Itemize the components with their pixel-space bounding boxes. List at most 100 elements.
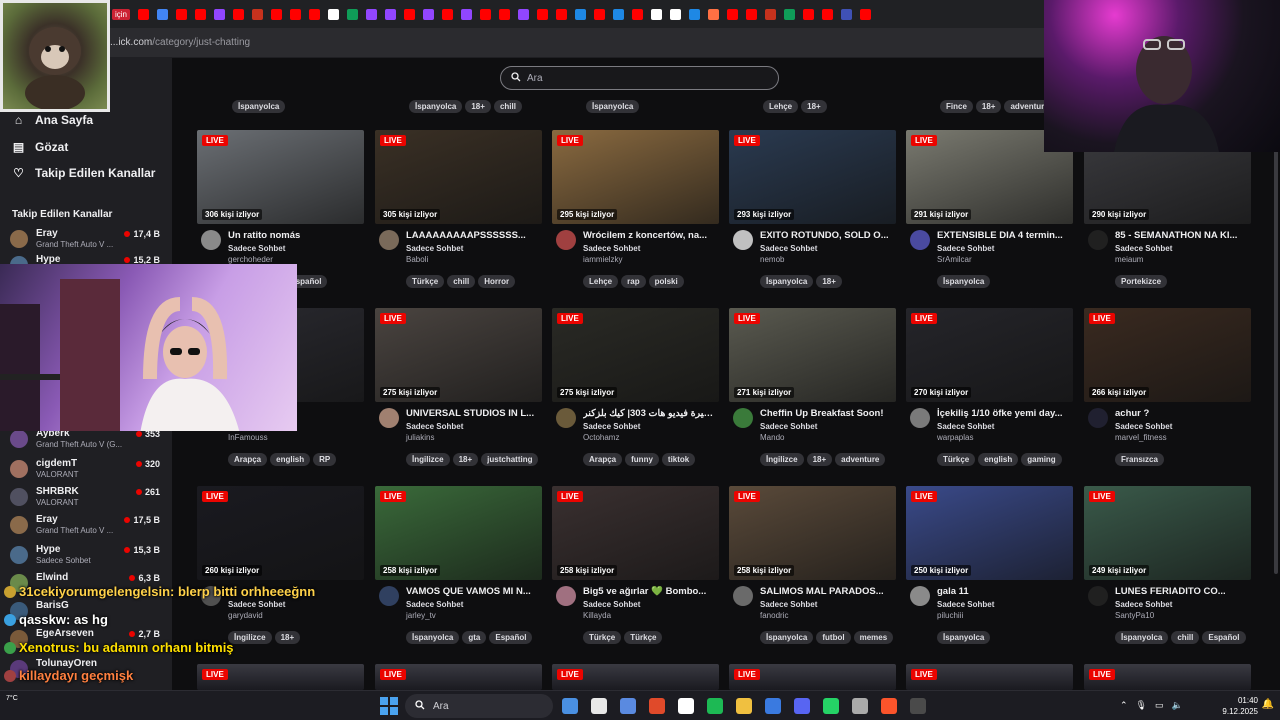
tag-chip[interactable]: İspanyolca: [586, 100, 640, 113]
stream-card[interactable]: LIVE 290 kişi izliyor 85 - SEMANATHON NA…: [1084, 130, 1251, 288]
stream-title[interactable]: EXTENSIBLE DIA 4 termin...: [937, 230, 1073, 241]
bookmark-favicon-icon[interactable]: [727, 8, 739, 20]
bookmark-favicon-icon[interactable]: [461, 8, 473, 20]
nav-browse[interactable]: ▤ Gözat: [12, 140, 69, 154]
tag-chip[interactable]: 18+: [816, 275, 842, 288]
bookmark-favicon-icon[interactable]: [290, 8, 302, 20]
bookmark-favicon-icon[interactable]: [176, 8, 188, 20]
channel-name[interactable]: Octohamz: [583, 433, 619, 442]
stream-category[interactable]: Sadece Sohbet: [406, 244, 463, 253]
stream-category[interactable]: Sadece Sohbet: [760, 244, 817, 253]
channel-name[interactable]: Mando: [760, 433, 784, 442]
bookmark-favicon-icon[interactable]: [765, 8, 777, 20]
taskbar-app-icon[interactable]: [765, 698, 781, 714]
tag-chip[interactable]: Español: [489, 631, 533, 644]
channel-name[interactable]: SantyPa10: [1115, 611, 1154, 620]
tag-chip[interactable]: Arapça: [228, 453, 268, 466]
channel-name[interactable]: iammielzky: [583, 255, 623, 264]
stream-category[interactable]: Sadece Sohbet: [583, 600, 640, 609]
taskbar-app-icon[interactable]: [823, 698, 839, 714]
stream-category[interactable]: Sadece Sohbet: [583, 422, 640, 431]
tag-chip[interactable]: 18+: [975, 100, 1002, 113]
tag-chip[interactable]: İspanyolca: [1115, 631, 1169, 644]
bookmark-favicon-icon[interactable]: [708, 8, 720, 20]
stream-title[interactable]: VAMOS QUE VAMOS MI N...: [406, 586, 542, 597]
tag-chip[interactable]: adventure: [835, 453, 886, 466]
followed-channel-item[interactable]: Eray Grand Theft Auto V ... 17,5 B: [10, 512, 166, 538]
bookmark-favicon-icon[interactable]: [784, 8, 796, 20]
tag-chip[interactable]: funny: [625, 453, 659, 466]
stream-thumbnail[interactable]: LIVE 305 kişi izliyor: [375, 130, 542, 224]
stream-category[interactable]: Sadece Sohbet: [937, 244, 994, 253]
stream-thumbnail[interactable]: LIVE 306 kişi izliyor: [197, 130, 364, 224]
tag-chip[interactable]: İspanyolca: [760, 275, 814, 288]
bookmark-favicon-icon[interactable]: [328, 8, 340, 20]
stream-title[interactable]: Big5 ve ağırlar 💚 Bombo...: [583, 586, 719, 597]
bookmark-favicon-icon[interactable]: [480, 8, 492, 20]
stream-title[interactable]: 85 - SEMANATHON NA KI...: [1115, 230, 1251, 241]
taskbar-app-icon[interactable]: [591, 698, 607, 714]
channel-name[interactable]: juliakins: [406, 433, 434, 442]
stream-card[interactable]: LIVE 258 kişi izliyor SALIMOS MAL PARADO…: [729, 486, 896, 644]
tag-chip[interactable]: gaming: [1021, 453, 1062, 466]
avatar[interactable]: [733, 230, 753, 250]
stream-thumbnail[interactable]: LIVE 258 kişi izliyor: [375, 486, 542, 580]
stream-thumbnail[interactable]: LIVE 293 kişi izliyor: [729, 130, 896, 224]
bookmark-favicon-icon[interactable]: [385, 8, 397, 20]
bookmark-favicon-icon[interactable]: [537, 8, 549, 20]
stream-thumbnail[interactable]: LIVE 270 kişi izliyor: [906, 308, 1073, 402]
avatar[interactable]: [733, 408, 753, 428]
bookmark-favicon-icon[interactable]: [575, 8, 587, 20]
stream-thumbnail[interactable]: LIVE: [552, 664, 719, 690]
stream-category[interactable]: Sadece Sohbet: [937, 422, 994, 431]
avatar[interactable]: [910, 408, 930, 428]
channel-name[interactable]: InFamouss: [228, 433, 268, 442]
bookmark-favicon-icon[interactable]: [366, 8, 378, 20]
bookmark-favicon-icon[interactable]: [423, 8, 435, 20]
stream-thumbnail[interactable]: LIVE 250 kişi izliyor: [906, 486, 1073, 580]
system-clock[interactable]: 01:40 9.12.2025: [1222, 695, 1258, 717]
bookmark-favicon-icon[interactable]: [689, 8, 701, 20]
tag-chip[interactable]: english: [270, 453, 311, 466]
tag-chip[interactable]: polski: [648, 275, 684, 288]
channel-name[interactable]: warpaplas: [937, 433, 973, 442]
bookmark-favicon-icon[interactable]: [157, 8, 169, 20]
stream-title[interactable]: EXITO ROTUNDO, SOLD O...: [760, 230, 896, 241]
tag-chip[interactable]: İspanyolca: [760, 631, 814, 644]
stream-title[interactable]: UNIVERSAL STUDIOS IN L...: [406, 408, 542, 419]
bookmark-favicon-icon[interactable]: [670, 8, 682, 20]
tag-chip[interactable]: Fransızca: [1115, 453, 1164, 466]
tag-chip[interactable]: Türkçe: [406, 275, 445, 288]
stream-thumbnail[interactable]: LIVE 266 kişi izliyor: [1084, 308, 1251, 402]
bookmark-favicon-icon[interactable]: [746, 8, 758, 20]
stream-title[interactable]: سيرة فيديو هات 303| كيك بلزكنر 🔮: [583, 408, 719, 419]
stream-thumbnail[interactable]: LIVE: [729, 664, 896, 690]
stream-category[interactable]: Sadece Sohbet: [228, 244, 285, 253]
followed-channel-item[interactable]: Hype Sadece Sohbet 15,3 B: [10, 542, 166, 568]
tag-chip[interactable]: İspanyolca: [937, 631, 991, 644]
stream-thumbnail[interactable]: LIVE 258 kişi izliyor: [729, 486, 896, 580]
taskbar-app-icon[interactable]: [649, 698, 665, 714]
tag-chip[interactable]: rap: [621, 275, 646, 288]
stream-category[interactable]: Sadece Sohbet: [760, 600, 817, 609]
bookmark-favicon-icon[interactable]: [822, 8, 834, 20]
tag-chip[interactable]: futbol: [816, 631, 851, 644]
stream-category[interactable]: Sadece Sohbet: [1115, 600, 1172, 609]
avatar[interactable]: [379, 230, 399, 250]
notification-bell-icon[interactable]: 🔔: [1262, 699, 1274, 710]
stream-card[interactable]: LIVE 275 kişi izliyor سيرة فيديو هات 303…: [552, 308, 719, 466]
tag-chip[interactable]: İspanyolca: [409, 100, 463, 113]
stream-card[interactable]: LIVE 270 kişi izliyor İçekiliş 1/10 öfke…: [906, 308, 1073, 466]
tag-chip[interactable]: İspanyolca: [232, 100, 286, 113]
taskbar-app-icon[interactable]: [852, 698, 868, 714]
tag-chip[interactable]: İngilizce: [406, 453, 450, 466]
bookmark-favicon-icon[interactable]: [233, 8, 245, 20]
channel-name[interactable]: gerchoheder: [228, 255, 273, 264]
nav-home[interactable]: ⌂ Ana Sayfa: [12, 113, 93, 127]
bookmark-favicon-icon[interactable]: [499, 8, 511, 20]
display-icon[interactable]: ▭: [1155, 700, 1172, 710]
stream-category[interactable]: Sadece Sohbet: [1115, 244, 1172, 253]
stream-card[interactable]: LIVE 266 kişi izliyor achur ? Sadece Soh…: [1084, 308, 1251, 466]
bookmark-favicon-icon[interactable]: [195, 8, 207, 20]
taskbar-app-icon[interactable]: [910, 698, 926, 714]
